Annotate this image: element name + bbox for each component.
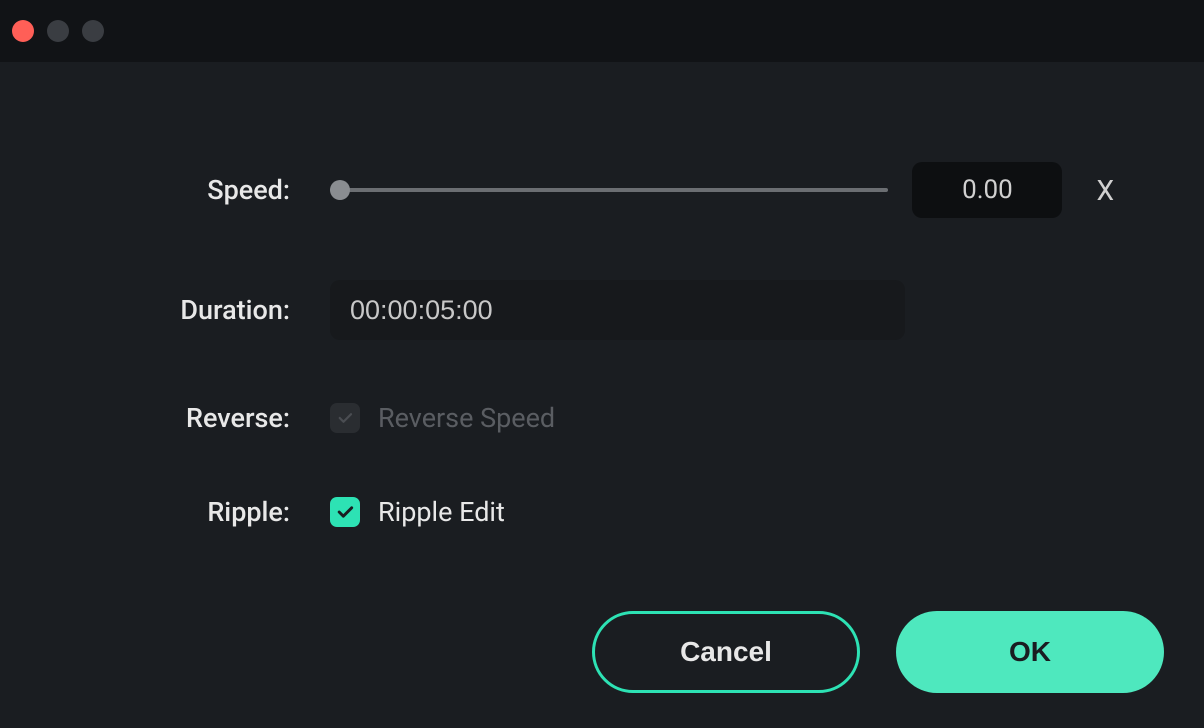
speed-unit-label: X xyxy=(1086,174,1124,207)
check-icon xyxy=(336,409,354,427)
ripple-checkbox[interactable] xyxy=(330,497,360,527)
ripple-controls: Ripple Edit xyxy=(330,496,1124,528)
speed-label: Speed: xyxy=(80,174,330,206)
duration-label: Duration: xyxy=(80,294,330,326)
titlebar xyxy=(0,0,1204,62)
duration-row: Duration: xyxy=(80,280,1124,340)
duration-input[interactable] xyxy=(330,280,905,340)
minimize-window-button[interactable] xyxy=(47,20,69,42)
cancel-button[interactable]: Cancel xyxy=(592,611,860,693)
check-icon xyxy=(335,502,355,522)
button-row: Cancel OK xyxy=(592,611,1164,693)
ok-button[interactable]: OK xyxy=(896,611,1164,693)
ripple-label: Ripple: xyxy=(80,496,330,528)
dialog-body: Speed: 0.00 X Duration: Reverse: xyxy=(0,62,1204,630)
ripple-row: Ripple: Ripple Edit xyxy=(80,496,1124,528)
speed-slider-track xyxy=(330,188,888,192)
reverse-checkbox xyxy=(330,403,360,433)
speed-row: Speed: 0.00 X xyxy=(80,162,1124,218)
reverse-row: Reverse: Reverse Speed xyxy=(80,402,1124,434)
reverse-checkbox-label: Reverse Speed xyxy=(378,402,555,434)
close-window-button[interactable] xyxy=(12,20,34,42)
speed-value-input[interactable]: 0.00 xyxy=(912,162,1062,218)
ripple-checkbox-label: Ripple Edit xyxy=(378,496,505,528)
speed-slider-thumb[interactable] xyxy=(330,180,350,200)
speed-slider[interactable] xyxy=(330,178,888,202)
speed-controls: 0.00 X xyxy=(330,162,1124,218)
maximize-window-button[interactable] xyxy=(82,20,104,42)
reverse-controls: Reverse Speed xyxy=(330,402,1124,434)
ripple-checkbox-group: Ripple Edit xyxy=(330,496,505,528)
reverse-label: Reverse: xyxy=(80,402,330,434)
duration-controls xyxy=(330,280,1124,340)
reverse-checkbox-group: Reverse Speed xyxy=(330,402,555,434)
